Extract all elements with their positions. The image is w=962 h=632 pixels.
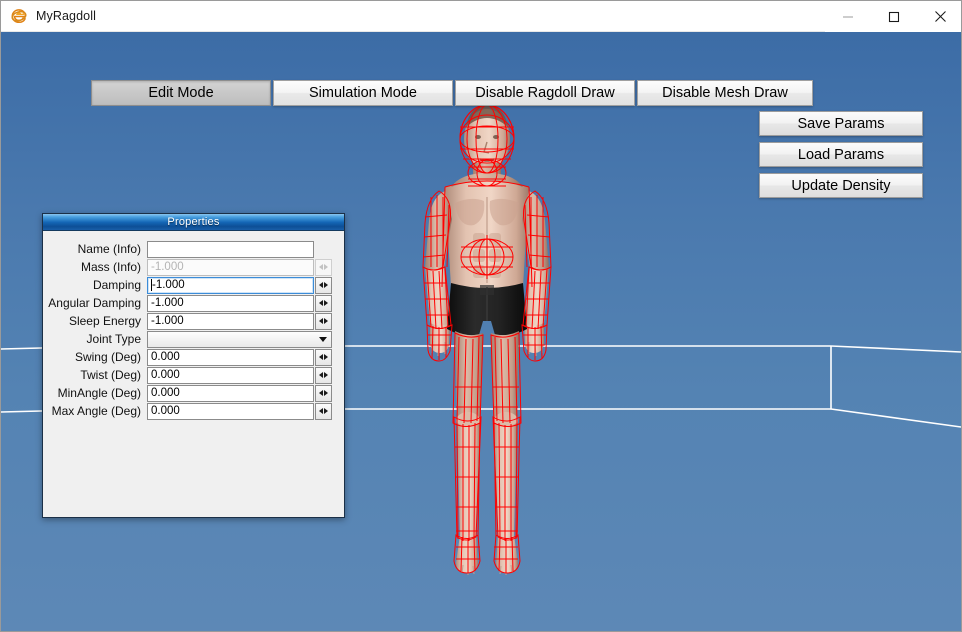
angular-damping-spinner[interactable] — [315, 294, 332, 312]
property-row-mass: Mass (Info) -1.000 — [43, 258, 344, 276]
spinner-left-arrow-icon[interactable] — [319, 354, 323, 360]
spinner-left-arrow-icon[interactable] — [319, 372, 323, 378]
label-max-angle: Max Angle (Deg) — [51, 404, 141, 418]
mode-toolbar: Edit Mode Simulation Mode Disable Ragdol… — [91, 80, 813, 106]
app-window: MyRagdoll Edit Mode Simulation Mode Disa… — [0, 0, 962, 632]
property-row-max-angle: Max Angle (Deg) 0.000 — [43, 402, 344, 420]
label-min-angle: MinAngle (Deg) — [57, 386, 141, 400]
maximize-button[interactable] — [871, 1, 917, 32]
spinner-right-arrow-icon[interactable] — [324, 408, 328, 414]
spinner-right-arrow-icon — [324, 264, 328, 270]
spinner-right-arrow-icon[interactable] — [324, 390, 328, 396]
property-row-sleep-energy: Sleep Energy -1.000 — [43, 312, 344, 330]
min-angle-spinner[interactable] — [315, 384, 332, 402]
spinner-right-arrow-icon[interactable] — [324, 300, 328, 306]
max-angle-input[interactable]: 0.000 — [147, 402, 314, 420]
tab-disable-ragdoll-draw[interactable]: Disable Ragdoll Draw — [455, 80, 635, 106]
tab-simulation-mode[interactable]: Simulation Mode — [273, 80, 453, 106]
properties-panel-title[interactable]: Properties — [43, 214, 344, 231]
max-angle-spinner[interactable] — [315, 402, 332, 420]
save-params-button[interactable]: Save Params — [759, 111, 923, 136]
property-row-min-angle: MinAngle (Deg) 0.000 — [43, 384, 344, 402]
ie-e-icon — [10, 7, 28, 25]
spinner-left-arrow-icon[interactable] — [319, 408, 323, 414]
spinner-left-arrow-icon[interactable] — [319, 282, 323, 288]
property-row-angular-damping: Angular Damping -1.000 — [43, 294, 344, 312]
spinner-left-arrow-icon — [319, 264, 323, 270]
spinner-left-arrow-icon[interactable] — [319, 300, 323, 306]
twist-spinner[interactable] — [315, 366, 332, 384]
properties-panel-body: Name (Info) Mass (Info) -1.000 Damping -… — [43, 231, 344, 420]
name-input[interactable] — [147, 240, 314, 258]
window-titlebar: MyRagdoll — [1, 1, 961, 32]
damping-input[interactable]: -1.000 — [147, 276, 314, 294]
label-swing: Swing (Deg) — [74, 350, 141, 364]
spinner-left-arrow-icon[interactable] — [319, 318, 323, 324]
sleep-energy-input[interactable]: -1.000 — [147, 312, 314, 330]
spinner-right-arrow-icon[interactable] — [324, 354, 328, 360]
ragdoll-character[interactable] — [367, 87, 607, 607]
tab-edit-mode[interactable]: Edit Mode — [91, 80, 271, 106]
spinner-right-arrow-icon[interactable] — [324, 372, 328, 378]
spinner-right-arrow-icon[interactable] — [324, 318, 328, 324]
label-twist: Twist (Deg) — [80, 368, 141, 382]
damping-input-value: -1.000 — [152, 279, 185, 291]
swing-spinner[interactable] — [315, 348, 332, 366]
label-damping: Damping — [92, 278, 141, 292]
window-title: MyRagdoll — [36, 9, 96, 23]
tab-disable-mesh-draw[interactable]: Disable Mesh Draw — [637, 80, 813, 106]
joint-type-select[interactable] — [147, 330, 332, 348]
damping-spinner[interactable] — [315, 276, 332, 294]
angular-damping-input[interactable]: -1.000 — [147, 294, 314, 312]
min-angle-input[interactable]: 0.000 — [147, 384, 314, 402]
character-mesh — [422, 104, 552, 575]
action-button-group: Save Params Load Params Update Density — [759, 111, 923, 198]
property-row-twist: Twist (Deg) 0.000 — [43, 366, 344, 384]
spinner-right-arrow-icon[interactable] — [324, 282, 328, 288]
mass-spinner — [315, 258, 332, 276]
3d-viewport[interactable]: Edit Mode Simulation Mode Disable Ragdol… — [1, 32, 961, 631]
properties-panel: Properties Name (Info) Mass (Info) -1.00… — [42, 213, 345, 518]
spinner-left-arrow-icon[interactable] — [319, 390, 323, 396]
chevron-down-icon[interactable] — [319, 336, 327, 342]
update-density-button[interactable]: Update Density — [759, 173, 923, 198]
swing-input[interactable]: 0.000 — [147, 348, 314, 366]
property-row-name: Name (Info) — [43, 240, 344, 258]
label-sleep-energy: Sleep Energy — [68, 314, 141, 328]
minimize-button[interactable] — [825, 1, 871, 32]
label-angular-damping: Angular Damping — [48, 296, 141, 310]
mass-input: -1.000 — [147, 258, 314, 276]
twist-input[interactable]: 0.000 — [147, 366, 314, 384]
close-button[interactable] — [917, 1, 961, 32]
property-row-damping: Damping -1.000 — [43, 276, 344, 294]
label-name: Name (Info) — [77, 242, 141, 256]
load-params-button[interactable]: Load Params — [759, 142, 923, 167]
label-mass: Mass (Info) — [80, 260, 141, 274]
sleep-energy-spinner[interactable] — [315, 312, 332, 330]
window-controls — [825, 1, 961, 32]
label-joint-type: Joint Type — [86, 332, 141, 346]
property-row-swing: Swing (Deg) 0.000 — [43, 348, 344, 366]
property-row-joint-type: Joint Type — [43, 330, 344, 348]
